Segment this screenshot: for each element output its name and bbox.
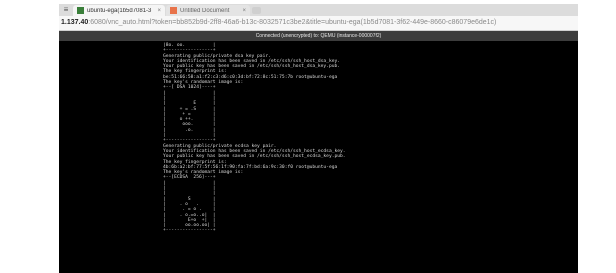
vnc-viewer[interactable]: Connected (unencrypted) to: QEMU (instan…: [59, 31, 578, 273]
close-tab-icon[interactable]: ×: [157, 8, 161, 14]
url-path: :6080/vnc_auto.html?token=bb852b9d-2ff8-…: [88, 19, 497, 26]
tab-title: ubuntu-ega(1b5d7081-3: [87, 7, 152, 14]
browser-window: ≡ ubuntu-ega(1b5d7081-3 × Untitled Docum…: [59, 4, 578, 273]
tab-strip: ≡ ubuntu-ega(1b5d7081-3 × Untitled Docum…: [59, 4, 578, 16]
tab-untitled-document[interactable]: Untitled Document ×: [166, 5, 250, 16]
tab-vnc-console[interactable]: ubuntu-ega(1b5d7081-3 ×: [73, 5, 165, 16]
new-tab-button[interactable]: [252, 7, 261, 14]
vm-console-screen[interactable]: |8o. oo. | +-----------------+ Generating …: [59, 41, 578, 273]
tab-title: Untitled Document: [180, 7, 230, 14]
address-bar[interactable]: 1.137.40:6080/vnc_auto.html?token=bb852b…: [59, 16, 578, 31]
browser-menu-icon[interactable]: ≡: [61, 6, 71, 14]
console-output: |8o. oo. | +-----------------+ Generating …: [163, 43, 463, 234]
vnc-status-bar: Connected (unencrypted) to: QEMU (instan…: [59, 31, 578, 41]
url-text[interactable]: 1.137.40:6080/vnc_auto.html?token=bb852b…: [61, 18, 574, 28]
page-favicon-icon: [77, 7, 84, 14]
document-favicon-icon: [170, 7, 177, 14]
url-host: 1.137.40: [61, 19, 89, 26]
close-tab-icon[interactable]: ×: [242, 8, 246, 14]
console-line: +-----------------+: [163, 228, 216, 234]
